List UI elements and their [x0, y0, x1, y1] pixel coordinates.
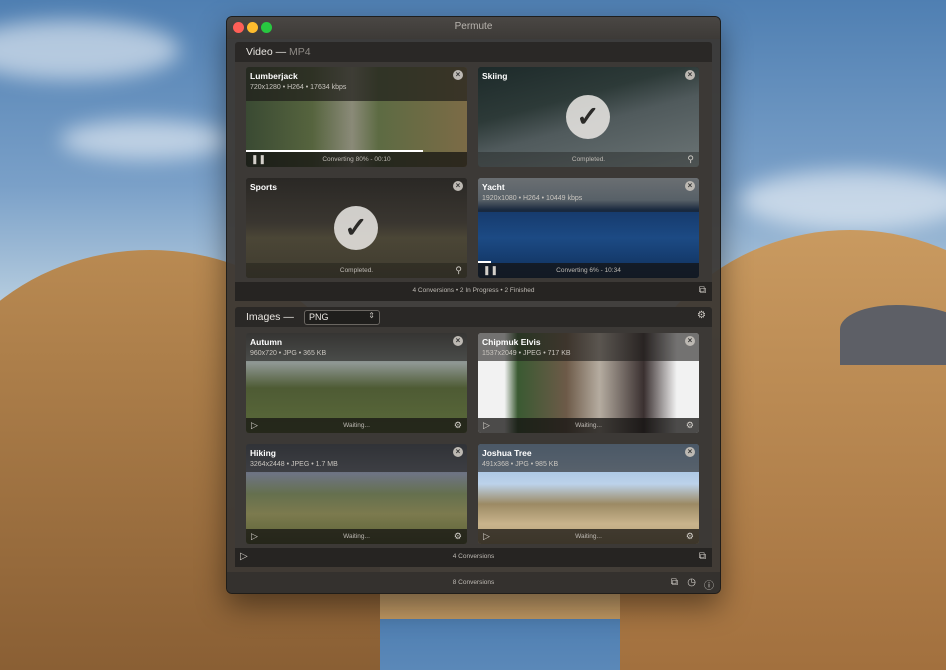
images-section-header: Images — PNG ⇕ ⚙: [235, 307, 712, 327]
gear-icon[interactable]: ⚙: [686, 420, 694, 431]
card-title: Chipmuk Elvis: [482, 337, 541, 347]
card-title: Lumberjack: [250, 71, 298, 81]
card-info: 960x720 • JPG • 365 KB: [250, 350, 327, 357]
video-section-header: Video — MP4: [235, 42, 712, 62]
clock-icon[interactable]: ◷: [687, 577, 696, 588]
info-icon[interactable]: ⓘ: [704, 577, 714, 592]
total-conversions: 8 Conversions: [452, 579, 495, 586]
window-title: Permute: [454, 21, 493, 32]
video-card-yacht[interactable]: Yacht 1920x1080 • H264 • 10449 kbps × ❚❚…: [478, 178, 699, 278]
video-format-label[interactable]: MP4: [289, 46, 311, 58]
search-icon[interactable]: ⚲: [455, 265, 462, 276]
card-title: Yacht: [482, 182, 505, 192]
close-icon[interactable]: ×: [685, 447, 695, 457]
close-icon[interactable]: ×: [453, 70, 463, 80]
card-status: Converting 6% - 10:34: [556, 267, 621, 274]
video-card-skiing[interactable]: Skiing × ✓ Completed. ⚲: [478, 67, 699, 167]
image-card-autumn[interactable]: Autumn 960x720 • JPG • 365 KB × ▷ Waitin…: [246, 333, 467, 433]
preview-icon[interactable]: ⧉: [699, 551, 706, 562]
card-status: Converting 80% - 00:10: [322, 156, 391, 163]
card-info: 3264x2448 • JPEG • 1.7 MB: [250, 461, 338, 468]
image-format-value: PNG: [309, 312, 329, 322]
window-bottom-bar: 8 Conversions ⧉ ◷ ⓘ: [227, 572, 720, 593]
gear-icon[interactable]: ⚙: [454, 420, 462, 431]
images-section-body: Autumn 960x720 • JPG • 365 KB × ▷ Waitin…: [235, 327, 712, 548]
close-icon[interactable]: ×: [685, 181, 695, 191]
card-status-bar: ▷ Waiting... ⚙: [478, 529, 699, 544]
gear-icon[interactable]: ⚙: [697, 310, 706, 321]
images-conversions-summary: 4 Conversions: [452, 553, 495, 560]
card-status-bar: Completed. ⚲: [478, 152, 699, 167]
card-status-bar: ▷ Waiting... ⚙: [478, 418, 699, 433]
card-title: Skiing: [482, 71, 508, 81]
card-status-bar: ▷ Waiting... ⚙: [246, 529, 467, 544]
image-format-select[interactable]: PNG ⇕: [304, 310, 380, 325]
card-status-bar: ▷ Waiting... ⚙: [246, 418, 467, 433]
card-info: 720x1280 • H264 • 17634 kbps: [250, 84, 347, 91]
card-status: Waiting...: [343, 422, 370, 429]
card-title: Hiking: [250, 448, 276, 458]
images-section-footer: ▷ 4 Conversions ⧉: [235, 548, 712, 567]
images-section-dash: —: [283, 311, 294, 323]
card-status: Completed.: [339, 267, 374, 274]
chevron-updown-icon: ⇕: [368, 311, 375, 320]
card-info: 1537x2049 • JPEG • 717 KB: [482, 350, 571, 357]
card-title: Sports: [250, 182, 277, 192]
card-status: Waiting...: [575, 533, 602, 540]
close-icon[interactable]: ×: [453, 336, 463, 346]
card-status-bar: ❚❚ Converting 80% - 00:10: [246, 152, 467, 167]
title-bar: Permute: [227, 17, 720, 39]
close-icon[interactable]: ×: [453, 181, 463, 191]
permute-window: Permute Video — MP4 Lumberjack 720x1280 …: [226, 16, 721, 594]
image-card-joshua-tree[interactable]: Joshua Tree 491x368 • JPG • 985 KB × ▷ W…: [478, 444, 699, 544]
close-icon[interactable]: ×: [453, 447, 463, 457]
video-section-label: Video: [246, 46, 273, 58]
images-section-label: Images: [246, 311, 281, 323]
video-section-body: Lumberjack 720x1280 • H264 • 17634 kbps …: [235, 62, 712, 282]
video-section-footer: 4 Conversions • 2 In Progress • 2 Finish…: [235, 282, 712, 301]
card-status: Waiting...: [343, 533, 370, 540]
search-icon[interactable]: ⚲: [687, 154, 694, 165]
card-status: Completed.: [571, 156, 606, 163]
card-title: Joshua Tree: [482, 448, 532, 458]
preview-icon[interactable]: ⧉: [699, 285, 706, 296]
card-status-bar: Completed. ⚲: [246, 263, 467, 278]
checkmark-icon: ✓: [566, 95, 610, 139]
image-card-chipmuk-elvis[interactable]: Chipmuk Elvis 1537x2049 • JPEG • 717 KB …: [478, 333, 699, 433]
video-conversions-summary: 4 Conversions • 2 In Progress • 2 Finish…: [412, 287, 535, 294]
video-card-lumberjack[interactable]: Lumberjack 720x1280 • H264 • 17634 kbps …: [246, 67, 467, 167]
card-info: 1920x1080 • H264 • 10449 kbps: [482, 195, 583, 202]
video-section-dash: —: [275, 46, 287, 58]
card-info: 491x368 • JPG • 985 KB: [482, 461, 559, 468]
card-status: Waiting...: [575, 422, 602, 429]
image-card-hiking[interactable]: Hiking 3264x2448 • JPEG • 1.7 MB × ▷ Wai…: [246, 444, 467, 544]
card-title: Autumn: [250, 337, 283, 347]
gear-icon[interactable]: ⚙: [454, 531, 462, 542]
video-card-sports[interactable]: Sports × ✓ Completed. ⚲: [246, 178, 467, 278]
preview-icon[interactable]: ⧉: [671, 577, 678, 588]
card-status-bar: ❚❚ Converting 6% - 10:34: [478, 263, 699, 278]
close-icon[interactable]: ×: [685, 336, 695, 346]
close-icon[interactable]: ×: [685, 70, 695, 80]
gear-icon[interactable]: ⚙: [686, 531, 694, 542]
checkmark-icon: ✓: [334, 206, 378, 250]
